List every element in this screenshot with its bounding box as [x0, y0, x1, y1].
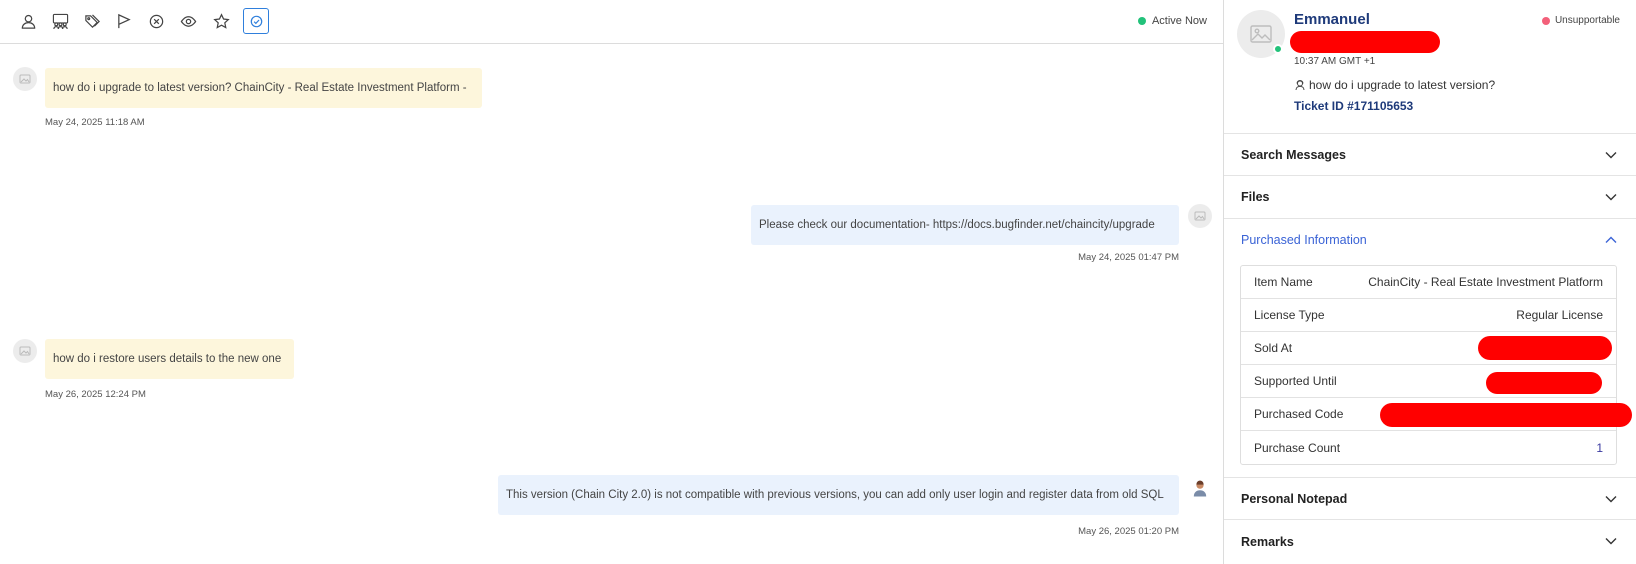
online-dot — [1273, 44, 1283, 54]
section-label: Remarks — [1241, 535, 1294, 549]
license-type-value: Regular License — [1516, 308, 1603, 322]
message-text: Please check our documentation- https://… — [759, 219, 1155, 231]
message-timestamp: May 24, 2025 11:18 AM — [45, 117, 145, 128]
eye-icon[interactable] — [175, 8, 201, 34]
agent-avatar — [1188, 476, 1212, 500]
message-bubble-outgoing: Please check our documentation- https://… — [751, 205, 1179, 245]
section-purchased-information[interactable]: Purchased Information — [1224, 218, 1636, 260]
table-row: Purchased Code — [1241, 398, 1632, 431]
active-now-label: Active Now — [1151, 15, 1207, 27]
user-icon[interactable] — [15, 8, 41, 34]
sold-at-label: Sold At — [1254, 341, 1293, 355]
status-dot — [1541, 16, 1550, 25]
item-name-value: ChainCity - Real Estate Investment Platf… — [1368, 275, 1603, 289]
message-timestamp: May 24, 2025 01:47 PM — [1078, 252, 1179, 263]
flag-icon[interactable] — [111, 8, 137, 34]
section-search-messages[interactable]: Search Messages — [1224, 133, 1636, 175]
support-status-label: Unsupportable — [1554, 15, 1620, 26]
ticket-id: Ticket ID #171105653 — [1294, 99, 1414, 113]
purchase-count-label: Purchase Count — [1254, 440, 1341, 455]
star-icon[interactable] — [208, 8, 234, 34]
message-text: This version (Chain City 2.0) is not com… — [506, 489, 1164, 501]
message-bubble-incoming: how do i restore users details to the ne… — [45, 339, 294, 379]
customer-name: Emmanuel — [1294, 11, 1370, 28]
message-timestamp: May 26, 2025 01:20 PM — [1078, 526, 1179, 537]
section-files[interactable]: Files — [1224, 175, 1636, 217]
table-row: Item Name ChainCity - Real Estate Invest… — [1241, 266, 1616, 299]
online-dot — [1137, 17, 1146, 25]
message-bubble-incoming: how do i upgrade to latest version? Chai… — [45, 68, 482, 108]
active-now-status: Active Now — [1137, 15, 1207, 27]
tags-icon[interactable] — [79, 8, 105, 34]
section-remarks[interactable]: Remarks — [1224, 519, 1636, 564]
ticket-subject-text: how do i upgrade to latest version? — [1309, 78, 1496, 92]
section-label: Files — [1241, 189, 1270, 204]
customer-avatar — [13, 67, 37, 91]
chevron-down-icon — [1605, 496, 1617, 503]
agent-avatar — [1188, 204, 1212, 228]
chevron-up-icon — [1605, 236, 1617, 243]
purchase-info-table: Item Name ChainCity - Real Estate Invest… — [1240, 265, 1632, 465]
customer-local-time: 10:37 AM GMT +1 — [1294, 56, 1376, 67]
license-type-label: License Type — [1254, 308, 1325, 322]
customer-avatar — [13, 339, 37, 363]
section-personal-notepad[interactable]: Personal Notepad — [1224, 477, 1636, 519]
redaction-mark — [1478, 336, 1612, 360]
redaction-mark — [1290, 31, 1440, 53]
purchased-code-label: Purchased Code — [1254, 407, 1344, 421]
support-status-badge: Unsupportable — [1541, 15, 1620, 26]
chevron-down-icon — [1605, 538, 1617, 545]
message-text: how do i upgrade to latest version? Chai… — [53, 82, 467, 94]
purchase-count-value: 1 — [1596, 440, 1603, 455]
message-bubble-outgoing: This version (Chain City 2.0) is not com… — [498, 475, 1179, 515]
table-row: Supported Until — [1241, 365, 1616, 398]
redaction-mark — [1380, 403, 1632, 427]
message-text: how do i restore users details to the ne… — [53, 353, 282, 365]
section-label: Purchased Information — [1241, 232, 1367, 247]
chevron-down-icon — [1605, 194, 1617, 201]
close-circle-icon[interactable] — [143, 8, 169, 34]
support-agent-icon — [1295, 80, 1305, 91]
group-icon[interactable] — [47, 8, 73, 34]
table-row: License Type Regular License — [1241, 299, 1616, 332]
redaction-mark — [1486, 372, 1602, 394]
item-name-label: Item Name — [1254, 275, 1313, 289]
message-timestamp: May 26, 2025 12:24 PM — [45, 389, 146, 400]
chat-toolbar: Active Now — [0, 0, 1224, 44]
table-row: Purchase Count 1 — [1241, 431, 1616, 464]
section-label: Personal Notepad — [1241, 491, 1348, 506]
ticket-subject: how do i upgrade to latest version? — [1294, 78, 1495, 92]
table-row: Sold At — [1241, 332, 1616, 365]
chat-pane: Active Now how do i upgrade to latest ve… — [0, 0, 1224, 564]
chevron-down-icon — [1605, 152, 1617, 159]
check-circle-icon[interactable] — [243, 8, 269, 34]
supported-until-label: Supported Until — [1254, 374, 1337, 388]
section-label: Search Messages — [1241, 147, 1346, 162]
customer-panel: Emmanuel 10:37 AM GMT +1 how do i upgrad… — [1224, 0, 1636, 564]
